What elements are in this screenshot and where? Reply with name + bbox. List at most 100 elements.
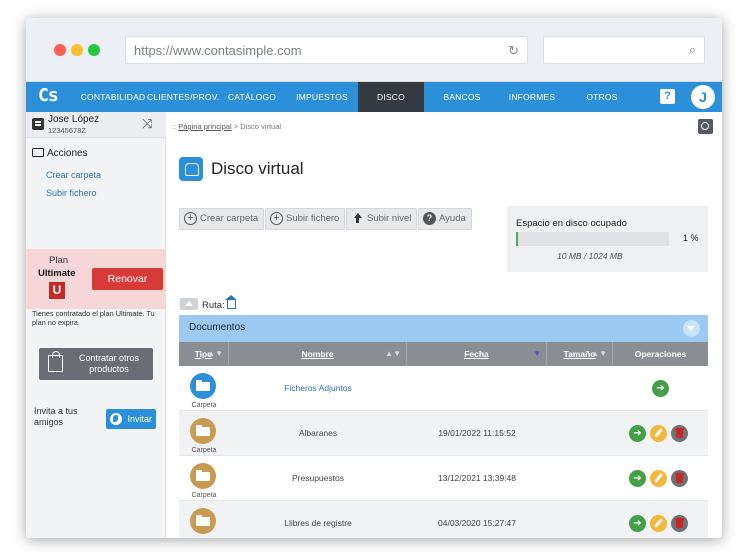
user-block: Jose López 12345678Z ⤨: [26, 112, 166, 138]
table-row[interactable]: Carpeta Presupuestos 13/12/2021 13:39:48: [179, 456, 708, 501]
reload-icon[interactable]: ↻: [508, 43, 519, 59]
plus-circle-icon: +: [270, 212, 283, 225]
plan-info-text: Tienes contratado el plan Ultimate. Tu p…: [32, 309, 155, 327]
nav-item-bancos[interactable]: BANCOS: [432, 82, 492, 112]
type-label: Carpeta: [191, 447, 217, 454]
column-tamano[interactable]: Tamaño ▲▼: [547, 342, 613, 366]
open-folder-icon[interactable]: [652, 380, 669, 397]
date-cell: 19/01/2022 11:15:52: [438, 428, 516, 438]
contratar-label: Contratar otros productos: [78, 353, 140, 374]
user-name: Jose López: [48, 114, 100, 125]
open-folder-icon[interactable]: [629, 515, 646, 532]
folder-icon[interactable]: [190, 373, 216, 399]
date-cell: 04/03/2020 15:27:47: [438, 518, 516, 528]
breadcrumb-home-link[interactable]: Página principal: [178, 122, 231, 131]
table-row[interactable]: Llibres de registre 04/03/2020 15:27:47: [179, 501, 708, 538]
column-tipo[interactable]: Tipo ▲▼: [179, 342, 229, 366]
page-search-icon[interactable]: [698, 119, 713, 134]
top-navigation: Cs CONTABILIDAD CLIENTES/PROV. CATÁLOGO …: [26, 82, 722, 132]
delete-trash-icon[interactable]: [671, 470, 688, 487]
type-cell: [179, 501, 229, 538]
folder-icon: [32, 148, 44, 157]
delete-trash-icon[interactable]: [671, 425, 688, 442]
disk-space-panel: Espacio en disco ocupado 1 % 10 MB / 102…: [507, 206, 708, 272]
nav-item-otros[interactable]: OTROS: [572, 82, 632, 112]
user-avatar[interactable]: J: [691, 85, 715, 109]
type-cell: Carpeta: [179, 456, 229, 501]
collapse-chevron-icon[interactable]: [683, 320, 700, 337]
ayuda-button[interactable]: ? Ayuda: [418, 208, 472, 230]
edit-pencil-icon[interactable]: [650, 470, 667, 487]
folder-icon[interactable]: [190, 508, 216, 534]
level-up-icon[interactable]: [180, 298, 198, 310]
maximize-window-button[interactable]: [88, 44, 100, 56]
sidebar: Jose López 12345678Z ⤨ Acciones Crear ca…: [26, 112, 166, 538]
question-icon: ?: [423, 212, 436, 225]
plan-name: Ultimate: [38, 268, 76, 279]
disk-space-progress: [516, 232, 669, 246]
minimize-window-button[interactable]: [71, 44, 83, 56]
nav-item-clientes-prov[interactable]: CLIENTES/PROV.: [147, 82, 219, 112]
column-nombre[interactable]: Nombre ▲▼: [229, 342, 407, 366]
disk-space-title: Espacio en disco ocupado: [516, 218, 627, 229]
contratar-productos-button[interactable]: Contratar otros productos: [39, 348, 153, 380]
date-cell: 13/12/2021 13:39:48: [438, 473, 516, 483]
subir-fichero-button[interactable]: + Subir fichero: [265, 208, 346, 230]
folder-icon[interactable]: [190, 463, 216, 489]
disk-space-percent: 1 %: [683, 233, 699, 243]
crear-carpeta-button[interactable]: + Crear carpeta: [179, 208, 265, 230]
type-cell: Carpeta: [179, 366, 229, 411]
column-fecha[interactable]: Fecha ▼: [407, 342, 547, 366]
open-folder-icon[interactable]: [629, 425, 646, 442]
search-icon: ⌕: [688, 42, 696, 57]
name-cell[interactable]: Ficheros Adjuntos: [229, 366, 407, 411]
documents-panel-header: Documentos: [179, 315, 708, 342]
subir-nivel-button[interactable]: Subir nivel: [346, 208, 418, 230]
address-bar-url: https://www.contasimple.com: [134, 43, 302, 58]
column-nombre-label: Nombre: [301, 349, 334, 359]
name-cell: Presupuestos: [292, 473, 344, 483]
disk-space-progress-fill: [516, 232, 518, 246]
breadcrumb-current: > Disco virtual: [231, 122, 282, 131]
documents-table-header: Tipo ▲▼ Nombre ▲▼ Fecha ▼ Tamaño ▲▼ Operacio…: [179, 342, 708, 366]
home-icon[interactable]: [224, 295, 237, 309]
column-operaciones-label: Operaciones: [634, 349, 687, 359]
table-row[interactable]: Carpeta Albaranes 19/01/2022 11:15:52: [179, 411, 708, 456]
nav-item-catalogo[interactable]: CATÁLOGO: [222, 82, 282, 112]
close-window-button[interactable]: [54, 44, 66, 56]
type-label: Carpeta: [191, 492, 217, 499]
browser-toolbar: https://www.contasimple.com ↻ ⌕: [26, 18, 722, 82]
contasimple-logo[interactable]: Cs: [38, 85, 59, 106]
type-cell: Carpeta: [179, 411, 229, 456]
shopping-bag-icon: [48, 351, 63, 372]
sidebar-link-crear-carpeta[interactable]: Crear carpeta: [46, 170, 101, 180]
name-cell: Albaranes: [298, 428, 338, 438]
browser-search-input[interactable]: ⌕: [543, 36, 705, 64]
nav-item-disco-virtual[interactable]: DISCO VIRTUAL: [358, 82, 424, 132]
globe-icon: [110, 413, 122, 425]
arrow-up-icon: [351, 212, 364, 225]
sort-icon: ▲▼: [385, 349, 401, 358]
switch-company-icon[interactable]: ⤨: [142, 116, 152, 132]
table-row[interactable]: Carpeta Ficheros Adjuntos: [179, 366, 708, 411]
edit-pencil-icon[interactable]: [650, 425, 667, 442]
open-folder-icon[interactable]: [629, 470, 646, 487]
name-cell: Llibres de registre: [284, 518, 352, 528]
edit-pencil-icon[interactable]: [650, 515, 667, 532]
nav-item-informes[interactable]: INFORMES: [502, 82, 562, 112]
address-bar[interactable]: https://www.contasimple.com ↻: [125, 36, 528, 64]
nav-item-contabilidad[interactable]: CONTABILIDAD: [80, 82, 146, 112]
delete-trash-icon[interactable]: [671, 515, 688, 532]
user-nif: 12345678Z: [48, 126, 86, 135]
folder-icon[interactable]: [190, 418, 216, 444]
sidebar-link-subir-fichero[interactable]: Subir fichero: [46, 188, 97, 198]
renovar-button[interactable]: Renovar: [92, 268, 163, 290]
help-icon[interactable]: ?: [660, 89, 675, 104]
id-card-icon: [32, 118, 44, 130]
crear-carpeta-label: Crear carpeta: [200, 213, 259, 224]
column-operaciones: Operaciones: [613, 342, 708, 366]
virtual-disk-icon: [179, 157, 203, 181]
nav-item-impuestos[interactable]: IMPUESTOS: [292, 82, 352, 112]
subir-fichero-label: Subir fichero: [286, 213, 340, 224]
invitar-button[interactable]: Invitar: [106, 409, 156, 429]
